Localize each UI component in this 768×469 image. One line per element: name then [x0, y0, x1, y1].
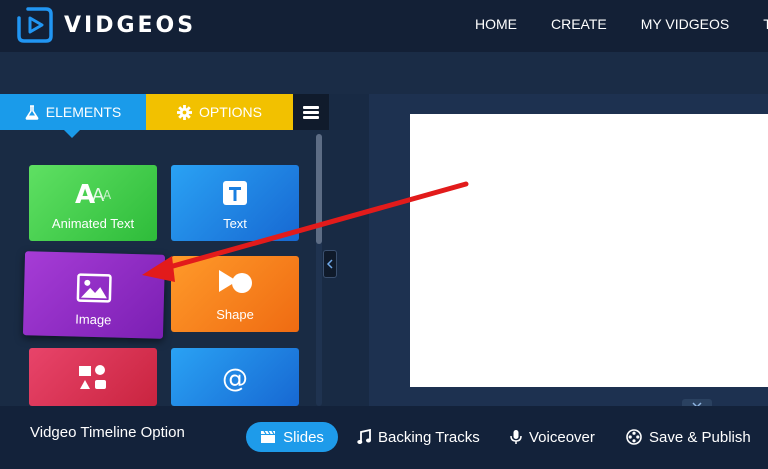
- main-nav: HOME CREATE MY VIDGEOS TU: [475, 16, 768, 32]
- image-icon: [76, 273, 113, 309]
- nav-my-vidgeos[interactable]: MY VIDGEOS: [641, 16, 729, 32]
- at-sign-icon: @: [219, 362, 251, 397]
- tab-elements-label: ELEMENTS: [45, 104, 122, 120]
- flask-icon: [25, 104, 39, 120]
- scrollbar-thumb[interactable]: [316, 134, 322, 244]
- slides-label: Slides: [283, 428, 324, 446]
- text-icon: [220, 179, 250, 212]
- canvas-area: [369, 94, 768, 412]
- timeline-title: Vidgeo Timeline Option: [30, 424, 185, 441]
- voiceover-label: Voiceover: [529, 428, 595, 446]
- logo[interactable]: VIDGEOS: [16, 5, 196, 45]
- backing-tracks-button[interactable]: Backing Tracks: [357, 422, 480, 452]
- top-navbar: VIDGEOS HOME CREATE MY VIDGEOS TU: [0, 0, 768, 52]
- tile-label: Image: [75, 311, 112, 328]
- elements-panel: ELEMENTS OPTIONS A A A Animated Text Tex…: [0, 94, 330, 406]
- tile-animated-text[interactable]: A A A Animated Text: [29, 165, 157, 241]
- microphone-icon: [510, 429, 522, 445]
- backing-tracks-label: Backing Tracks: [378, 428, 480, 446]
- nav-tutorials[interactable]: TU: [763, 16, 768, 32]
- save-publish-label: Save & Publish: [649, 428, 751, 446]
- slide-canvas[interactable]: [410, 114, 768, 387]
- svg-text:A: A: [103, 188, 112, 202]
- chevron-left-icon: [326, 259, 333, 269]
- collapse-panel-button[interactable]: [323, 250, 337, 278]
- panel-menu-button[interactable]: [293, 94, 329, 130]
- tab-elements[interactable]: ELEMENTS: [0, 94, 146, 138]
- panel-scrollbar[interactable]: [316, 134, 322, 406]
- animated-text-icon: A A A: [73, 177, 113, 212]
- save-publish-button[interactable]: Save & Publish: [626, 422, 751, 452]
- tab-options-label: OPTIONS: [198, 104, 262, 120]
- clapperboard-icon: [260, 430, 276, 444]
- music-note-icon: [357, 429, 371, 445]
- play-logo-icon: [17, 7, 53, 43]
- film-reel-icon: [626, 429, 642, 445]
- toolbar-band: [0, 52, 768, 94]
- media-icon: [77, 362, 109, 397]
- tile-label: Shape: [216, 307, 254, 322]
- hamburger-icon: [303, 104, 319, 121]
- tile-at[interactable]: @: [171, 348, 299, 406]
- tab-options[interactable]: OPTIONS: [146, 94, 293, 130]
- tile-image[interactable]: Image: [22, 251, 166, 339]
- nav-create[interactable]: CREATE: [551, 16, 607, 32]
- tile-label: Text: [223, 216, 247, 231]
- brand-name: VIDGEOS: [64, 12, 197, 38]
- tile-text[interactable]: Text: [171, 165, 299, 241]
- nav-home[interactable]: HOME: [475, 16, 517, 32]
- svg-text:@: @: [222, 364, 248, 392]
- timeline-bar: Vidgeo Timeline Option Slides Backing Tr…: [0, 406, 768, 469]
- gear-icon: [176, 104, 192, 120]
- voiceover-button[interactable]: Voiceover: [510, 422, 595, 452]
- slides-button[interactable]: Slides: [246, 422, 338, 452]
- tile-media[interactable]: [29, 348, 157, 406]
- tile-shape[interactable]: Shape: [171, 256, 299, 332]
- tile-label: Animated Text: [51, 216, 135, 231]
- shape-icon: [215, 266, 255, 303]
